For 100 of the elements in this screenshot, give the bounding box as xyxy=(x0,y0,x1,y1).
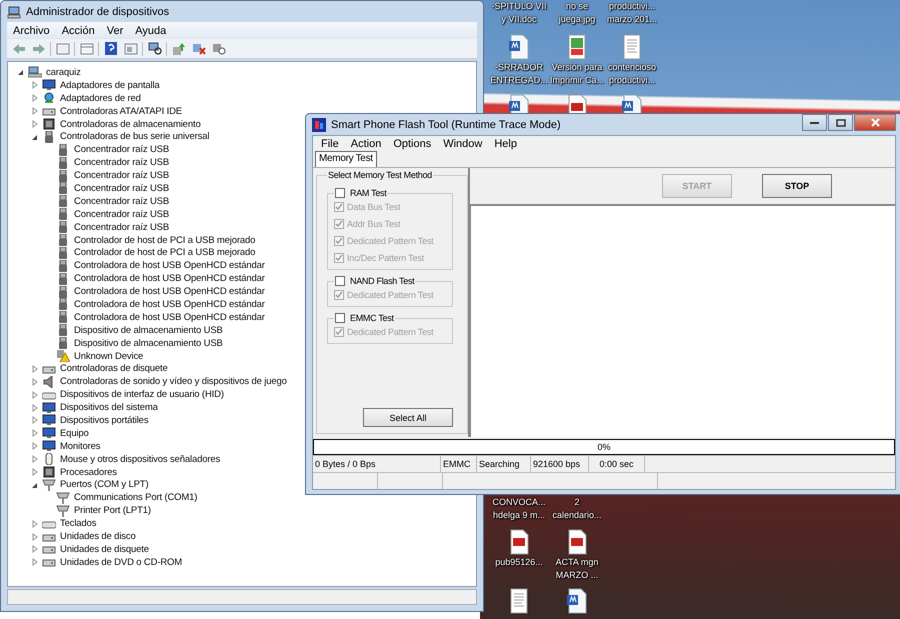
monitor-icon xyxy=(42,402,56,414)
action-button[interactable]: STOP xyxy=(762,174,832,198)
tree-item[interactable]: Controladora de host USB OpenHCD estándar xyxy=(74,260,265,272)
tree-item[interactable]: Controladora de host USB OpenHCD estándar xyxy=(74,286,265,298)
monitor-icon xyxy=(42,79,56,92)
usb-plug-icon xyxy=(56,246,70,259)
tree-item[interactable]: Puertos (COM y LPT) xyxy=(60,479,148,490)
tab[interactable]: Memory Test xyxy=(315,151,377,167)
menu-item[interactable]: Action xyxy=(344,138,388,150)
usb-plug-icon xyxy=(56,144,70,156)
tree-item[interactable]: Dispositivos portátiles xyxy=(60,414,148,426)
tree-item[interactable]: Unknown Device xyxy=(74,350,144,362)
word-document-icon xyxy=(566,588,588,614)
tree-item[interactable]: Concentrador raíz USB xyxy=(74,222,170,233)
expand-arrow-icon[interactable] xyxy=(30,441,40,452)
expand-arrow-icon[interactable] xyxy=(30,376,40,387)
window-icon[interactable] xyxy=(54,40,71,56)
window-title: Smart Phone Flash Tool (Runtime Trace Mode) xyxy=(331,118,561,130)
checkbox-label: RAM Test xyxy=(350,188,386,198)
pdf-file-icon xyxy=(508,529,530,555)
tree-item[interactable]: Controlador de host de PCI a USB mejorado xyxy=(74,234,256,246)
tree-item[interactable]: Concentrador raíz USB xyxy=(74,208,170,220)
minimize-button[interactable] xyxy=(802,114,827,131)
tree-item[interactable]: Unidades de disquete xyxy=(60,544,149,555)
desktop-icon-label[interactable]: ACTA mgn xyxy=(556,557,598,568)
tree-item[interactable]: Adaptadores de pantalla xyxy=(60,80,160,91)
tree-item[interactable]: Concentrador raíz USB xyxy=(74,157,170,168)
expand-arrow-icon[interactable] xyxy=(30,557,40,568)
tree-item[interactable]: Concentrador raíz USB xyxy=(74,170,170,182)
tree-item[interactable]: Monitores xyxy=(60,440,100,452)
port-connector-icon xyxy=(42,478,56,491)
tree-item[interactable]: Mouse y otros dispositivos señaladores xyxy=(60,454,220,465)
menu-item[interactable]: Ver xyxy=(100,24,130,36)
expand-arrow-icon[interactable] xyxy=(30,364,40,374)
port-connector-icon xyxy=(56,492,70,504)
maximize-button[interactable] xyxy=(828,114,853,131)
checkbox-label: Dedicated Pattern Test xyxy=(347,327,434,337)
menu-item[interactable]: Options xyxy=(387,138,438,150)
monitor-icon xyxy=(42,440,56,452)
expand-arrow-icon[interactable] xyxy=(30,518,40,529)
tree-item[interactable]: Dispositivo de almacenamiento USB xyxy=(74,324,223,336)
close-icon xyxy=(870,118,880,127)
tree-item[interactable]: Controlador de host de PCI a USB mejorado xyxy=(74,247,256,258)
tree-item[interactable]: Adaptadores de red xyxy=(60,92,141,104)
checkbox[interactable] xyxy=(335,313,345,323)
expand-arrow-icon[interactable] xyxy=(30,106,40,116)
expand-arrow-icon[interactable] xyxy=(30,428,40,438)
desktop-icon-label[interactable]: pub95126... xyxy=(495,557,543,568)
tree-item[interactable]: Controladora de host USB OpenHCD estándar xyxy=(74,312,265,323)
desktop-icon-label[interactable]: hdelga 9 m... xyxy=(492,510,546,521)
menu-item[interactable]: Window xyxy=(437,138,488,150)
tree-item[interactable]: Equipo xyxy=(60,428,89,439)
tree-item[interactable]: Unidades de disco xyxy=(60,531,136,542)
tree-item[interactable]: Controladora de host USB OpenHCD estándar xyxy=(74,273,265,284)
tree-item[interactable]: Controladoras de sonido y vídeo y dispositivos de juego xyxy=(60,376,287,388)
menu-item[interactable]: Help xyxy=(488,138,523,150)
tree-item[interactable]: Printer Port (LPT1) xyxy=(74,505,151,516)
usb-plug-icon xyxy=(56,170,70,182)
tree-item[interactable]: Unidades de DVD o CD-ROM xyxy=(60,556,182,568)
tree-item[interactable]: Controladora de host USB OpenHCD estándar xyxy=(74,298,265,310)
desktop-icon-label[interactable]: 2 xyxy=(574,497,580,508)
expand-arrow-icon[interactable] xyxy=(30,415,40,426)
tree-item[interactable]: Dispositivos del sistema xyxy=(60,402,158,414)
desktop-icon-label[interactable]: calendario... xyxy=(552,510,602,521)
expand-arrow-icon[interactable] xyxy=(30,544,40,554)
word-document-icon xyxy=(508,34,530,60)
expand-arrow-icon[interactable] xyxy=(30,390,40,400)
monitor-icon xyxy=(42,414,56,426)
menu-item[interactable]: File xyxy=(315,138,345,150)
expand-arrow-icon[interactable] xyxy=(30,454,40,464)
tree-item[interactable]: Controladoras de almacenamiento xyxy=(60,118,201,130)
window-icon[interactable] xyxy=(78,40,95,56)
tree-item[interactable]: Teclados xyxy=(60,518,96,530)
close-button[interactable] xyxy=(854,114,896,131)
help-icon[interactable] xyxy=(102,40,119,56)
desktop-icon-label[interactable]: MARZO ... xyxy=(556,570,598,581)
expand-arrow-icon[interactable] xyxy=(30,532,40,542)
tree-item[interactable]: Controladoras ATA/ATAPI IDE xyxy=(60,106,182,117)
tree-item[interactable]: Dispositivos de interfaz de usuario (HID) xyxy=(60,389,224,400)
desktop-icon-label[interactable]: CONVOCA... xyxy=(492,497,546,508)
select-all-button[interactable]: Select All xyxy=(363,408,453,427)
menu-item[interactable]: Ayuda xyxy=(129,24,172,36)
checkbox-label: NAND Flash Test xyxy=(350,276,414,286)
tree-item[interactable]: Dispositivo de almacenamiento USB xyxy=(74,338,223,349)
menu-item[interactable]: Archivo xyxy=(7,24,56,36)
tree-item[interactable]: caraquiz xyxy=(46,66,81,78)
checkbox[interactable] xyxy=(335,276,345,286)
tree-item[interactable]: Controladoras de bus serie universal xyxy=(60,131,210,142)
expand-arrow-icon[interactable] xyxy=(30,80,40,90)
tree-item[interactable]: Concentrador raíz USB xyxy=(74,196,170,207)
window-icon[interactable] xyxy=(122,40,139,56)
tree-item[interactable]: Concentrador raíz USB xyxy=(74,144,170,156)
checkbox[interactable] xyxy=(335,188,345,198)
menu-item[interactable]: Acción xyxy=(56,24,101,36)
tree-item[interactable]: Controladoras de disquete xyxy=(60,363,168,374)
tree-item[interactable]: Concentrador raíz USB xyxy=(74,182,170,194)
tree-item[interactable]: Procesadores xyxy=(60,466,117,478)
tree-item[interactable]: Communications Port (COM1) xyxy=(74,492,198,504)
expand-arrow-icon[interactable] xyxy=(30,93,40,104)
expand-arrow-icon[interactable] xyxy=(30,402,40,413)
